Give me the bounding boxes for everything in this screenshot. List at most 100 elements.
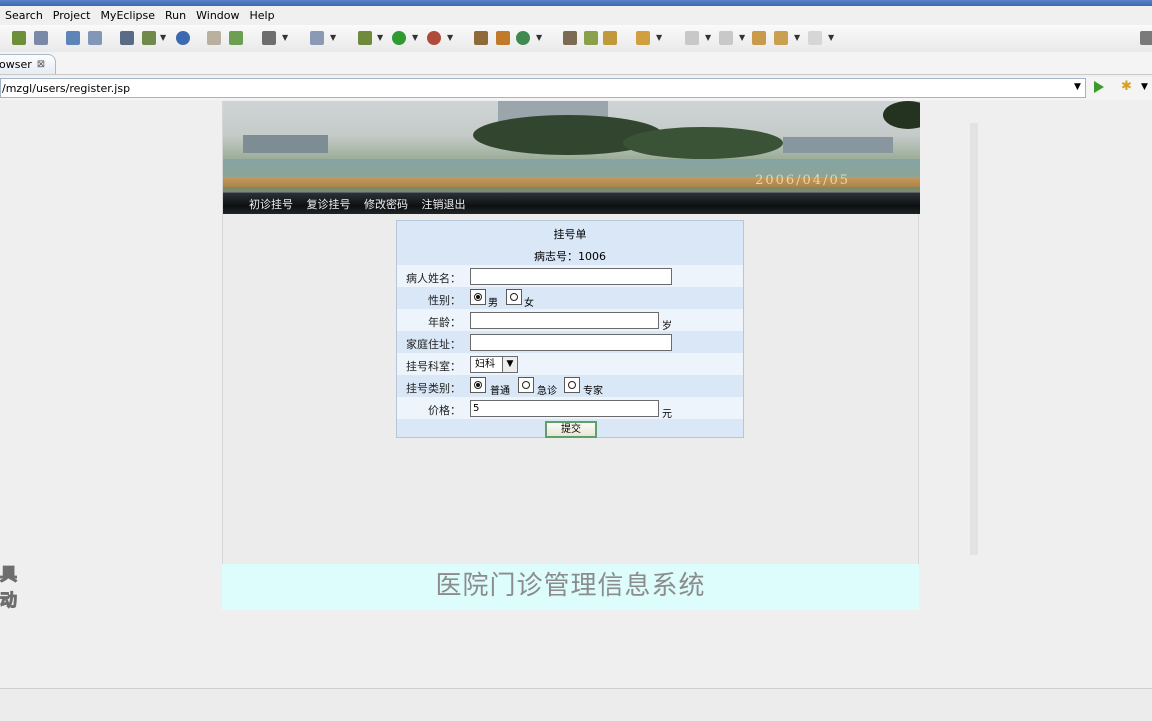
type-normal-label: 普通 — [490, 386, 510, 397]
star-icon[interactable]: ✱ — [1121, 79, 1132, 94]
chevron-down-icon[interactable]: ▼ — [739, 33, 745, 42]
chevron-down-icon[interactable]: ▼ — [536, 33, 542, 42]
refresh-icon[interactable] — [229, 31, 243, 45]
task-icon[interactable] — [603, 31, 617, 45]
toolbar: ▼ ▼ ▼ ▼ ▼ ▼ ▼ ▼ ▼ ▼ ▼ ▼ — [0, 25, 1152, 53]
forward-icon[interactable] — [808, 31, 822, 45]
pencil-icon[interactable] — [584, 31, 598, 45]
status-bar — [0, 688, 1152, 721]
external-tools-icon[interactable] — [427, 31, 441, 45]
chevron-down-icon[interactable]: ▼ — [330, 33, 336, 42]
gender-female-label: 女 — [524, 298, 534, 309]
server-icon[interactable] — [34, 31, 48, 45]
department-value: 妇科 — [475, 359, 495, 370]
nav-logout[interactable]: 注销退出 — [422, 196, 466, 212]
chevron-down-icon[interactable]: ▼ — [447, 33, 453, 42]
chevron-down-icon[interactable]: ▼ — [656, 33, 662, 42]
chevron-down-icon[interactable]: ▼ — [160, 33, 166, 42]
department-label: 挂号科室： — [406, 360, 461, 373]
tab-web-browser[interactable]: owser ⊠ — [0, 54, 56, 74]
last-edit-icon[interactable] — [752, 31, 766, 45]
type-emergency-label: 急诊 — [537, 386, 557, 397]
system-title: 医院门诊管理信息系统 — [435, 571, 706, 601]
nav-first-visit[interactable]: 初诊挂号 — [249, 196, 293, 212]
chevron-down-icon[interactable]: ▼ — [794, 33, 800, 42]
menu-search[interactable]: Search — [0, 9, 48, 22]
nav-return-visit[interactable]: 复诊挂号 — [307, 196, 351, 212]
gender-label: 性别： — [428, 294, 461, 307]
window-icon[interactable] — [310, 31, 324, 45]
page-scrollbar[interactable] — [970, 123, 978, 555]
new-interface-icon[interactable] — [516, 31, 530, 45]
chevron-down-icon[interactable]: ▼ — [282, 33, 288, 42]
address-input[interactable] — [470, 334, 672, 351]
servers-icon[interactable] — [120, 31, 134, 45]
console-icon[interactable] — [262, 31, 276, 45]
price-unit: 元 — [662, 409, 672, 420]
close-icon[interactable]: ⊠ — [37, 59, 45, 70]
submit-button[interactable]: 提交 — [545, 421, 597, 438]
chevron-down-icon[interactable]: ▼ — [377, 33, 383, 42]
row-price: 价格： 5 元 — [397, 397, 743, 420]
row-type: 挂号类别： 普通 急诊 专家 — [397, 375, 743, 397]
go-icon[interactable] — [1094, 81, 1104, 93]
undeploy-icon[interactable] — [88, 31, 102, 45]
gender-male-radio[interactable] — [470, 289, 486, 305]
deploy-icon[interactable] — [66, 31, 80, 45]
watermark-line-2: 动 — [0, 591, 18, 612]
globe-icon[interactable] — [176, 31, 190, 45]
row-address: 家庭住址： — [397, 331, 743, 353]
type-emergency-radio[interactable] — [518, 377, 534, 393]
new-class-icon[interactable] — [496, 31, 510, 45]
chevron-down-icon[interactable]: ▼ — [1074, 82, 1081, 92]
form-header: 挂号单 病志号：1006 — [397, 221, 743, 265]
gender-male-label: 男 — [488, 298, 498, 309]
open-folder-icon[interactable] — [207, 31, 221, 45]
nav-bar: 初诊挂号 复诊挂号 修改密码 注销退出 — [223, 192, 920, 214]
age-input[interactable] — [470, 312, 659, 329]
department-select[interactable]: 妇科 ▼ — [470, 356, 518, 373]
row-submit: 提交 — [397, 419, 743, 438]
type-expert-radio[interactable] — [564, 377, 580, 393]
record-label: 病志号： — [534, 250, 578, 263]
chevron-down-icon[interactable]: ▼ — [828, 33, 834, 42]
patient-name-input[interactable] — [470, 268, 672, 285]
debug-icon[interactable] — [358, 31, 372, 45]
next-annotation-icon[interactable] — [685, 31, 699, 45]
new-icon[interactable] — [12, 31, 26, 45]
type-label: 挂号类别： — [406, 382, 461, 395]
address-label: 家庭住址： — [406, 338, 461, 351]
menu-help[interactable]: Help — [245, 9, 280, 22]
url-input[interactable]: /mzgl/users/register.jsp — [0, 78, 1086, 98]
menu-window[interactable]: Window — [191, 9, 244, 22]
back-icon[interactable] — [774, 31, 788, 45]
tab-label: owser — [0, 58, 32, 71]
type-normal-radio[interactable] — [470, 377, 486, 393]
annotation-icon[interactable] — [636, 31, 650, 45]
chevron-down-icon[interactable]: ▼ — [412, 33, 418, 42]
chevron-down-icon[interactable]: ▼ — [502, 357, 517, 372]
nav-change-password[interactable]: 修改密码 — [364, 196, 408, 212]
row-name: 病人姓名： — [397, 265, 743, 287]
open-type-icon[interactable] — [563, 31, 577, 45]
menu-project[interactable]: Project — [48, 9, 96, 22]
run-server-icon[interactable] — [142, 31, 156, 45]
row-gender: 性别： 男 女 — [397, 287, 743, 309]
banner-date: 2006/04/05 — [755, 173, 850, 188]
registration-form: 挂号单 病志号：1006 病人姓名： 性别： 男 女 年龄： 岁 家庭住址： 挂… — [396, 220, 744, 438]
gender-female-radio[interactable] — [506, 289, 522, 305]
run-icon[interactable] — [392, 31, 406, 45]
previous-annotation-icon[interactable] — [719, 31, 733, 45]
perspective-icon[interactable] — [1140, 31, 1152, 45]
menu-myeclipse[interactable]: MyEclipse — [95, 9, 160, 22]
overlay-watermark: 具 动 — [0, 562, 40, 622]
form-title: 挂号单 — [553, 228, 587, 241]
banner-building — [783, 137, 893, 153]
chevron-down-icon[interactable]: ▼ — [705, 33, 711, 42]
new-package-icon[interactable] — [474, 31, 488, 45]
banner-building — [243, 135, 328, 153]
menu-run[interactable]: Run — [160, 9, 191, 22]
chevron-down-icon[interactable]: ▼ — [1141, 82, 1148, 92]
price-input[interactable]: 5 — [470, 400, 659, 417]
record-number: 病志号：1006 — [397, 248, 743, 264]
